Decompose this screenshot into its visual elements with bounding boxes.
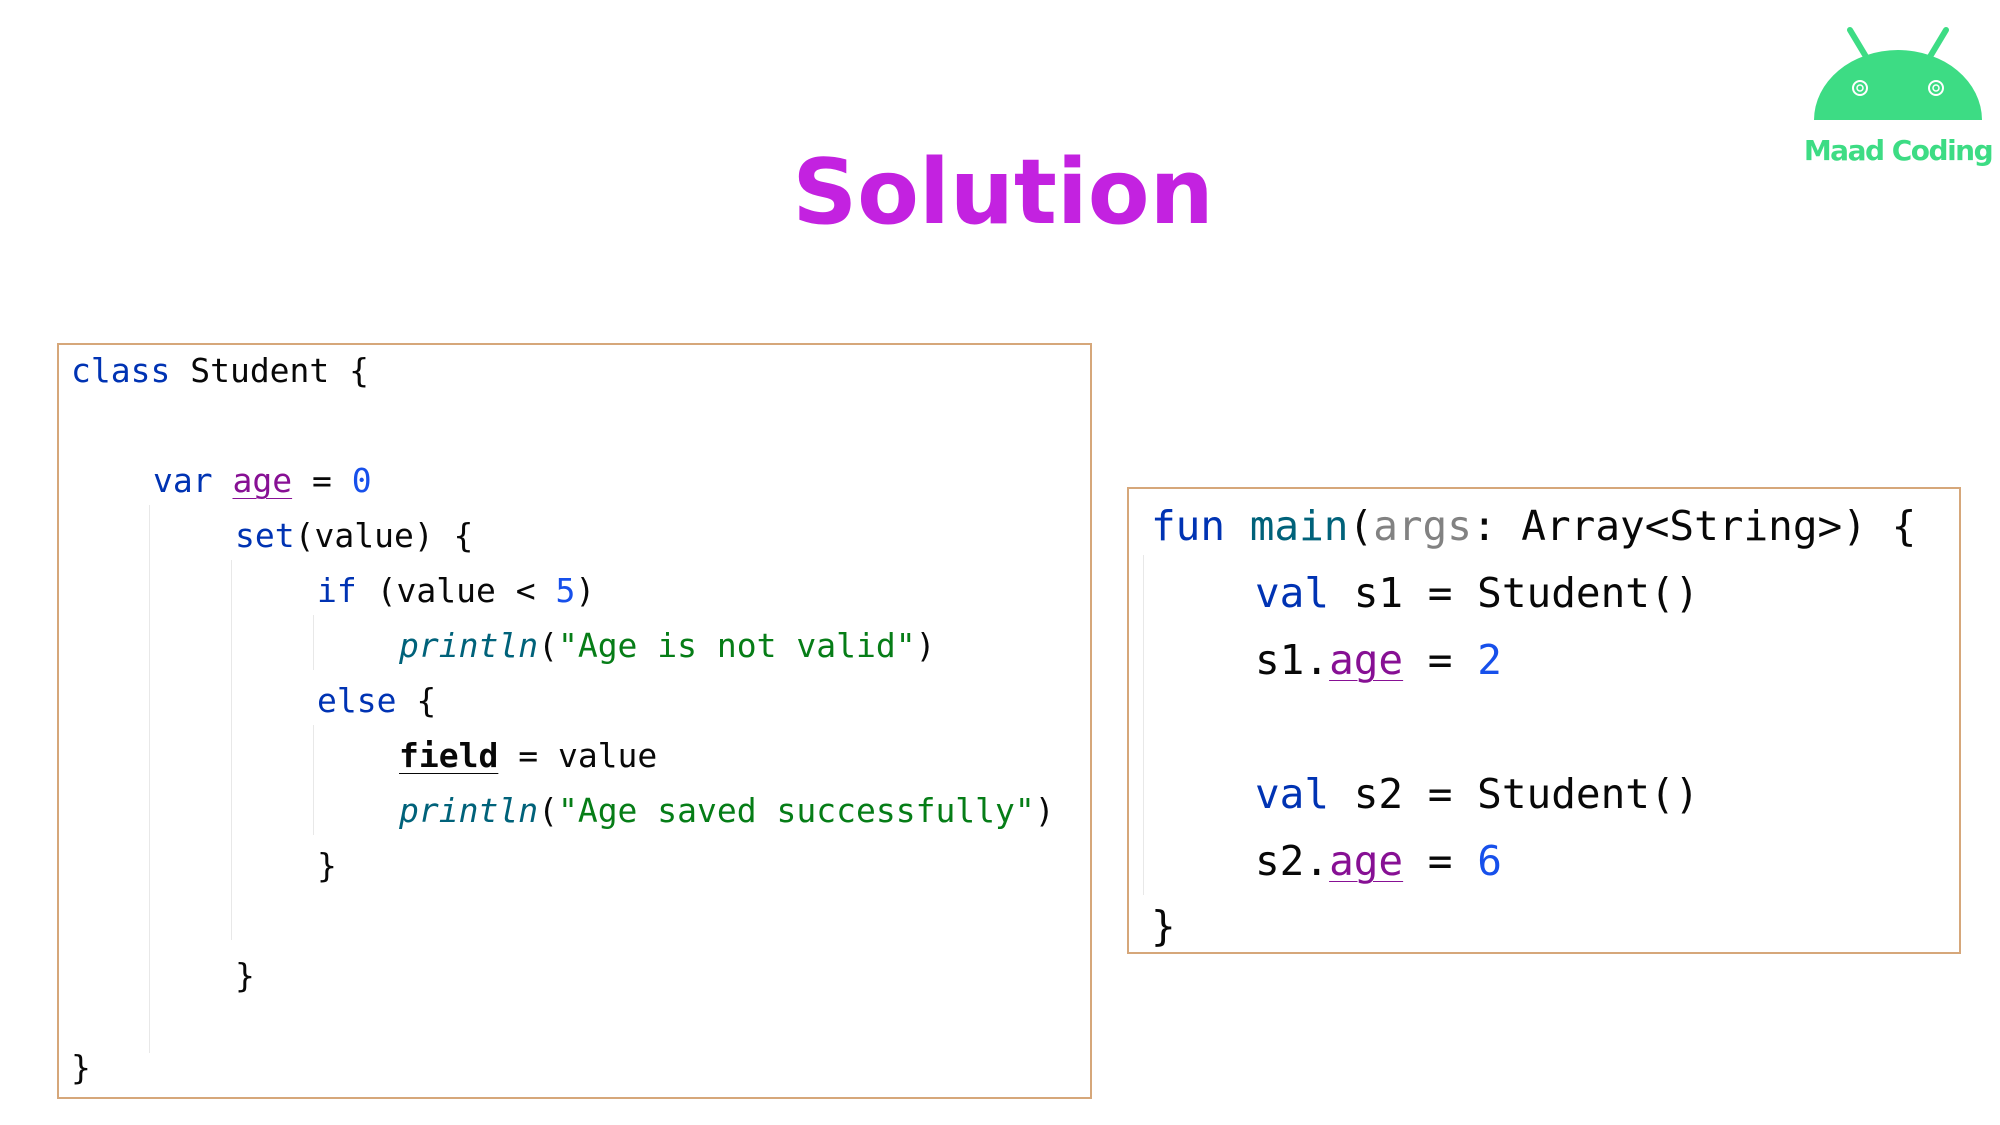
code-line: else {: [317, 681, 437, 720]
indent-guide: [313, 615, 314, 670]
indent-guide: [149, 505, 150, 1053]
code-line: println("Age is not valid"): [399, 626, 936, 665]
code-line: }: [235, 956, 255, 995]
brand-logo: Maad Coding: [1798, 20, 1998, 167]
code-line: fun main(args: Array<String>) {: [1151, 502, 1917, 550]
page-title: Solution: [792, 140, 1214, 245]
code-line: val s2 = Student(): [1255, 770, 1700, 818]
code-line: set(value) {: [235, 516, 474, 555]
android-robot-icon: [1814, 27, 1982, 120]
student-class-code-block: class Student { var age = 0 set(value) {…: [57, 343, 1092, 1099]
code-line: class Student {: [71, 351, 370, 390]
code-line: if (value < 5): [317, 571, 596, 610]
indent-guide: [231, 560, 232, 940]
code-line: }: [317, 846, 337, 885]
code-line: s1.age = 2: [1255, 636, 1502, 684]
code-line: field = value: [399, 736, 658, 775]
main-function-code-block: fun main(args: Array<String>) { val s1 =…: [1127, 487, 1961, 954]
code-line: val s1 = Student(): [1255, 569, 1700, 617]
logo-text: Maad Coding: [1803, 134, 1994, 167]
code-line: println("Age saved successfully"): [399, 791, 1055, 830]
code-line: }: [1151, 902, 1176, 950]
indent-guide: [313, 725, 314, 835]
code-line: var age = 0: [153, 461, 372, 500]
code-line: }: [71, 1048, 91, 1087]
code-line: s2.age = 6: [1255, 837, 1502, 885]
indent-guide: [1143, 555, 1144, 895]
